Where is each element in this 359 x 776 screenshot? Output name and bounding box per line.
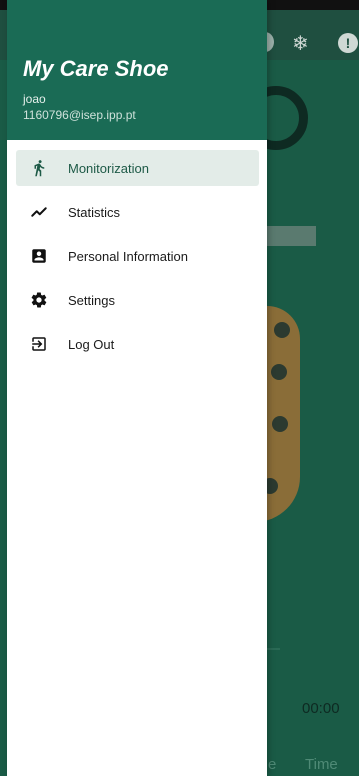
menu-item-settings[interactable]: Settings xyxy=(16,282,259,318)
timer-text: 00:00 xyxy=(302,700,340,717)
foot-sensor xyxy=(272,416,288,432)
navigation-drawer: My Care Shoe joao 1160796@isep.ipp.pt Mo… xyxy=(7,0,267,776)
menu-label: Monitorization xyxy=(68,160,149,176)
menu-item-personal-information[interactable]: Personal Information xyxy=(16,238,259,274)
trend-line-icon xyxy=(30,203,48,221)
menu-label: Settings xyxy=(68,292,115,308)
menu-label: Personal Information xyxy=(68,248,188,264)
drawer-header: My Care Shoe joao 1160796@isep.ipp.pt xyxy=(7,0,267,140)
menu-label: Statistics xyxy=(68,204,121,220)
tab-partial-label[interactable]: e xyxy=(268,756,276,773)
menu-item-log-out[interactable]: Log Out xyxy=(16,326,259,362)
user-name: joao xyxy=(23,92,46,106)
logout-icon xyxy=(30,335,48,353)
snowflake-icon[interactable]: ❄ xyxy=(292,32,309,56)
walking-person-icon xyxy=(30,159,48,177)
alert-icon[interactable]: ! xyxy=(338,33,358,53)
gear-icon xyxy=(30,291,48,309)
menu-label: Log Out xyxy=(68,336,115,352)
drawer-menu: Monitorization Statistics Personal Infor… xyxy=(7,150,267,370)
menu-item-monitorization[interactable]: Monitorization xyxy=(16,150,259,186)
contact-card-icon xyxy=(30,247,48,265)
menu-item-statistics[interactable]: Statistics xyxy=(16,194,259,230)
background-bar xyxy=(262,226,316,246)
foot-sensor xyxy=(271,364,287,380)
app-title: My Care Shoe xyxy=(23,56,169,81)
tab-time[interactable]: Time xyxy=(305,756,338,773)
user-email: 1160796@isep.ipp.pt xyxy=(23,108,136,122)
foot-sensor xyxy=(274,322,290,338)
